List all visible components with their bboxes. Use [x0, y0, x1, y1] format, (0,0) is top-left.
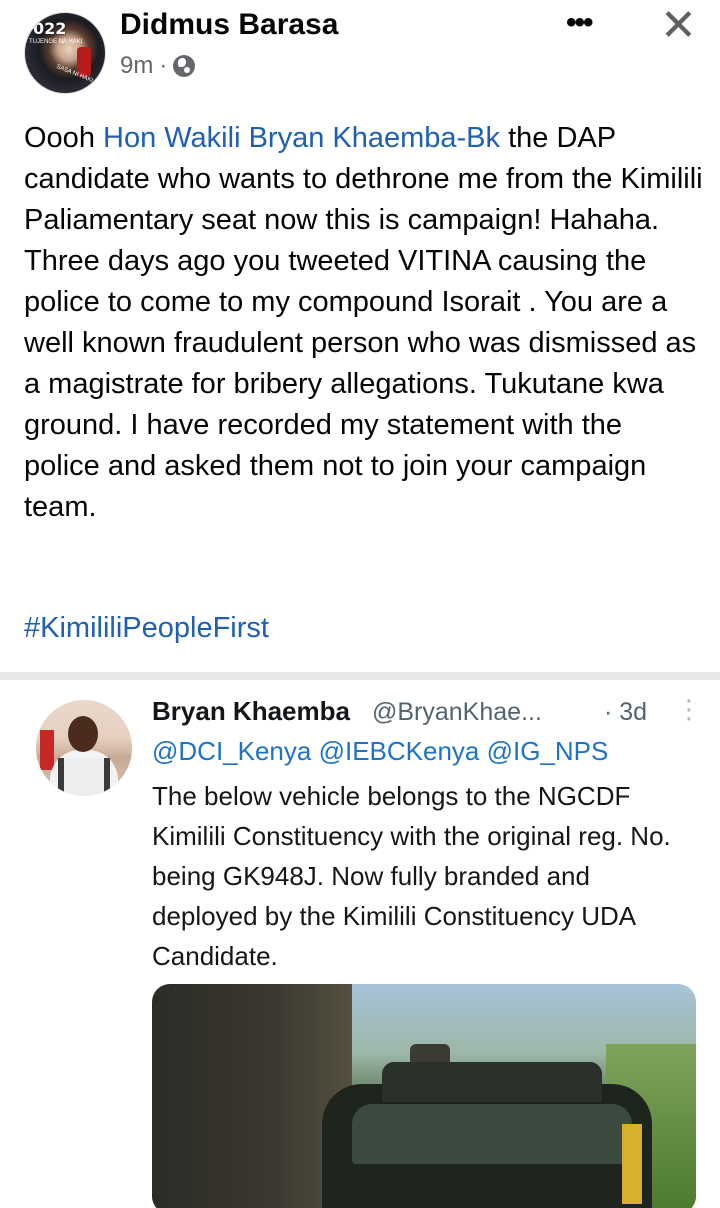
meta-separator: · [159, 52, 168, 79]
tweet-text: The below vehicle belongs to the NGCDF K… [152, 781, 671, 971]
post-time[interactable]: 9m [120, 52, 153, 80]
tweet-avatar [36, 700, 132, 796]
globe-icon [173, 55, 196, 77]
post-text-start: Oooh [24, 122, 103, 154]
post-text-rest: the DAP candidate who wants to dethrone … [24, 122, 703, 523]
avatar-head [68, 716, 98, 752]
hashtag-link[interactable]: #KimililiPeopleFirst [24, 612, 269, 645]
tweet-handle: @BryanKhae... [372, 698, 542, 726]
avatar-badge-subtext: TUJENGE NA HAKI [29, 39, 83, 45]
post-meta: 9m · [120, 52, 196, 80]
mention-link[interactable]: Hon Wakili Bryan Khaemba-Bk [103, 122, 500, 154]
avatar-suit [58, 758, 110, 796]
more-vertical-icon: ⋮ [676, 694, 702, 724]
post-header: 022 TUJENGE NA HAKI SASA NI HAKI Didmus … [0, 0, 720, 96]
author-avatar[interactable]: 022 TUJENGE NA HAKI SASA NI HAKI [24, 12, 106, 94]
photo-vehicle-branding [622, 1124, 642, 1204]
avatar-flag [40, 730, 54, 770]
photo-vehicle-roof [382, 1062, 602, 1102]
author-name[interactable]: Didmus Barasa [120, 8, 338, 42]
photo-vehicle-windshield [352, 1104, 632, 1164]
tweet-time: · 3d [604, 698, 648, 726]
embedded-tweet-screenshot: Bryan Khaemba @BryanKhae... · 3d ⋮ @DCI_… [0, 680, 720, 1208]
post-body: Oooh Hon Wakili Bryan Khaemba-Bk the DAP… [24, 118, 704, 528]
close-icon[interactable]: ✕ [660, 0, 697, 51]
avatar-badge: 022 [33, 19, 67, 38]
tweet-vehicle-photo [152, 984, 696, 1208]
tweet-mentions: @DCI_Kenya @IEBCKenya @IG_NPS [152, 736, 609, 766]
more-horizontal-icon[interactable]: ••• [566, 6, 593, 40]
tweet-author-name: Bryan Khaemba [152, 696, 350, 726]
section-divider [0, 672, 720, 680]
